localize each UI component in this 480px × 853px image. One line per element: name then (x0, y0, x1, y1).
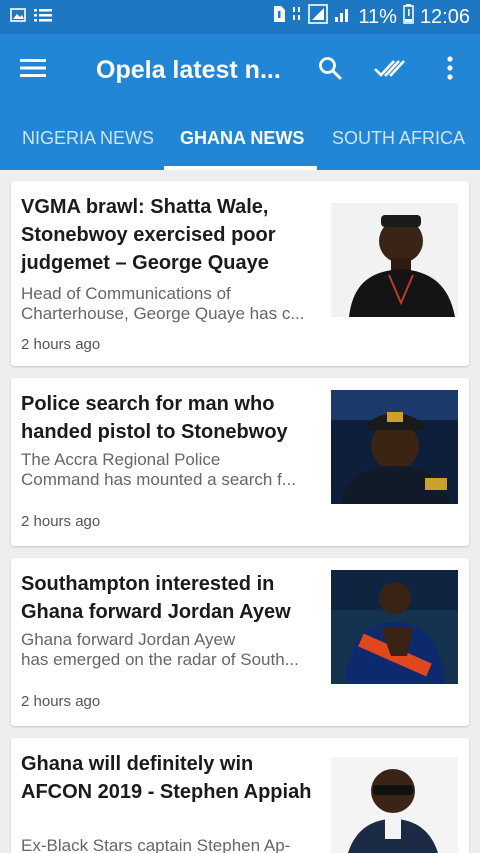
summary: Head of Communications of Charterhouse, … (21, 284, 305, 323)
overflow-menu-button[interactable] (420, 34, 480, 106)
more-vert-icon (447, 55, 453, 85)
battery-percentage: 11% (358, 5, 397, 28)
summary: Ghana forward Jordan Ayew has emerged on… (21, 630, 299, 669)
hamburger-icon (20, 58, 46, 83)
battery-icon (403, 4, 414, 30)
news-card[interactable]: VGMA brawl: Shatta Wale, Stonebwoy exerc… (11, 181, 469, 366)
search-icon (318, 56, 342, 85)
list-notification-icon (34, 8, 52, 27)
tab-south-africa[interactable]: SOUTH AFRICA (332, 106, 465, 170)
menu-button[interactable] (0, 34, 66, 106)
double-check-icon (374, 57, 406, 84)
headline: Police search for man who handed pistol … (21, 393, 288, 443)
selected-tab-indicator (164, 166, 317, 170)
summary: Ex-Black Stars captain Stephen Ap- (21, 836, 291, 853)
timestamp: 2 hours ago (21, 336, 101, 353)
news-card[interactable]: Ghana will definitely win AFCON 2019 - S… (11, 738, 469, 853)
article-thumbnail (331, 390, 458, 504)
timestamp: 2 hours ago (21, 693, 101, 710)
cell-signal-icon (334, 5, 352, 29)
image-notification-icon (10, 7, 26, 27)
search-button[interactable] (300, 34, 360, 106)
news-card[interactable]: Police search for man who handed pistol … (11, 378, 469, 546)
tab-nigeria-news[interactable]: NIGERIA NEWS (22, 106, 154, 170)
sim-icon (272, 5, 286, 29)
status-bar: 11% 12:06 (0, 0, 480, 34)
wifi-signal-icon (308, 4, 329, 30)
summary: The Accra Regional Police Command has mo… (21, 450, 296, 489)
tab-ghana-news[interactable]: GHANA NEWS (180, 106, 304, 170)
network-type-icon (292, 5, 302, 29)
app-title: Opela latest n... (96, 55, 281, 84)
news-card[interactable]: Southampton interested in Ghana forward … (11, 558, 469, 726)
headline: Ghana will definitely win AFCON 2019 - S… (21, 753, 312, 803)
headline: VGMA brawl: Shatta Wale, Stonebwoy exerc… (21, 196, 276, 274)
app-bar: Opela latest n... (0, 34, 480, 106)
category-tabs: NIGERIA NEWS GHANA NEWS SOUTH AFRICA (0, 106, 480, 170)
clock: 12:06 (419, 5, 470, 28)
article-thumbnail (331, 757, 458, 853)
article-thumbnail (331, 203, 458, 317)
article-thumbnail (331, 570, 458, 684)
headline: Southampton interested in Ghana forward … (21, 573, 291, 623)
timestamp: 2 hours ago (21, 513, 101, 530)
mark-all-read-button[interactable] (360, 34, 420, 106)
